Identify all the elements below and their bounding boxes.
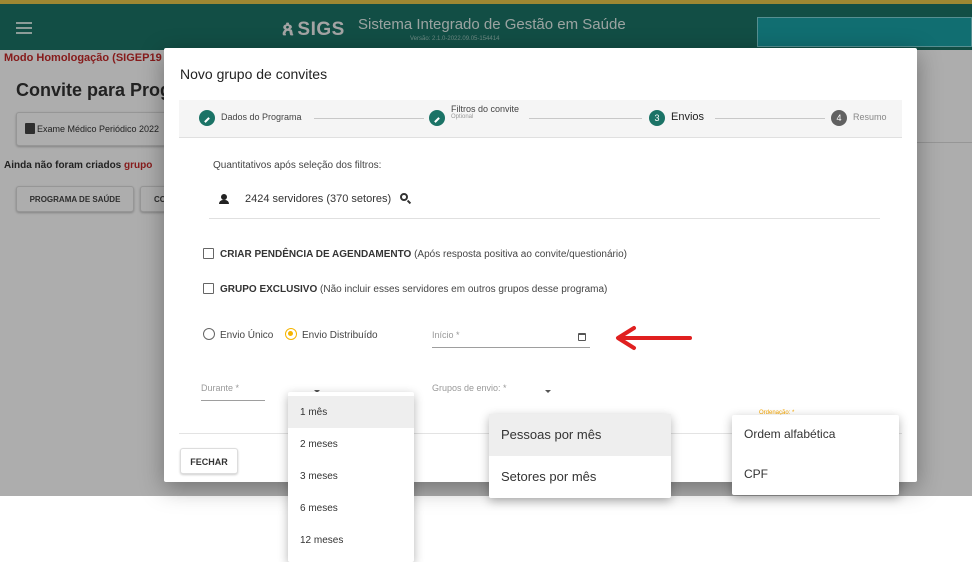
field-label: Durante *: [201, 383, 240, 393]
grupos-option[interactable]: Pessoas por mês: [489, 414, 671, 456]
checkbox-label: (Após resposta positiva ao convite/quest…: [411, 249, 627, 260]
radio-circle-selected[interactable]: [285, 328, 297, 340]
chevron-down-icon[interactable]: [545, 390, 551, 393]
step-label: Filtros do convite: [451, 104, 520, 114]
grupos-dropdown: Pessoas por mês Setores por mês: [489, 414, 671, 498]
durante-option[interactable]: 1 mês: [288, 396, 414, 428]
envios-step-content: Quantitativos após seleção dos filtros: …: [179, 138, 902, 434]
ordem-option[interactable]: Ordem alfabética: [732, 415, 899, 455]
grupo-exclusivo-checkbox[interactable]: GRUPO EXCLUSIVO (Não incluir esses servi…: [203, 283, 607, 295]
person-icon: [219, 194, 229, 204]
divider: [209, 218, 880, 219]
envio-unico-radio[interactable]: Envio Único: [203, 328, 273, 341]
durante-option[interactable]: 2 meses: [288, 428, 414, 460]
grupos-de-envio-select[interactable]: Grupos de envio: *: [432, 383, 557, 401]
durante-option[interactable]: 6 meses: [288, 492, 414, 524]
checkbox-box[interactable]: [203, 248, 214, 259]
step-number-4: 4: [831, 110, 847, 126]
red-arrow-annotation: [616, 326, 692, 350]
servidores-count: 2424 servidores (370 setores): [245, 193, 392, 205]
quantitativos-label: Quantitativos após seleção dos filtros:: [213, 160, 382, 171]
radio-label: Envio Distribuído: [302, 330, 378, 341]
durante-dropdown: 1 mês 2 meses 3 meses 6 meses 12 meses: [288, 392, 414, 562]
step-label: Resumo: [853, 112, 887, 122]
step-label: Dados do Programa: [221, 112, 302, 122]
durante-select[interactable]: Durante *: [201, 383, 265, 401]
edit-icon: [429, 110, 445, 126]
step-number-3: 3: [649, 110, 665, 126]
edit-icon: [199, 110, 215, 126]
stepper: Dados do Programa Filtros do convite Opt…: [179, 100, 902, 138]
durante-option[interactable]: 3 meses: [288, 460, 414, 492]
step-connector: [314, 118, 424, 119]
checkbox-label-bold: CRIAR PENDÊNCIA DE AGENDAMENTO: [220, 249, 412, 260]
durante-option[interactable]: 12 meses: [288, 524, 414, 556]
field-label: Grupos de envio: *: [432, 383, 507, 393]
radio-circle[interactable]: [203, 328, 215, 340]
grupos-option[interactable]: Setores por mês: [489, 456, 671, 498]
dialog-title: Novo grupo de convites: [180, 66, 328, 82]
ordem-option[interactable]: CPF: [732, 455, 899, 495]
radio-label: Envio Único: [220, 330, 274, 341]
envio-distribuido-radio[interactable]: Envio Distribuído: [285, 328, 378, 341]
step-sublabel: Optional: [451, 114, 474, 120]
checkbox-box[interactable]: [203, 283, 214, 294]
field-label: Início *: [432, 330, 460, 340]
checkbox-label: (Não incluir esses servidores em outros …: [317, 284, 608, 295]
criar-pendencia-checkbox[interactable]: CRIAR PENDÊNCIA DE AGENDAMENTO (Após res…: [203, 248, 627, 260]
inicio-date-field[interactable]: Início *: [432, 330, 590, 348]
calendar-icon[interactable]: [578, 333, 586, 341]
ordenacao-dropdown: Ordem alfabética CPF: [732, 415, 899, 495]
step-connector: [715, 118, 825, 119]
search-icon[interactable]: [400, 193, 412, 205]
step-label: Envios: [671, 111, 705, 123]
checkbox-label-bold: GRUPO EXCLUSIVO: [220, 284, 318, 295]
step-connector: [529, 118, 642, 119]
fechar-button[interactable]: FECHAR: [180, 448, 238, 474]
